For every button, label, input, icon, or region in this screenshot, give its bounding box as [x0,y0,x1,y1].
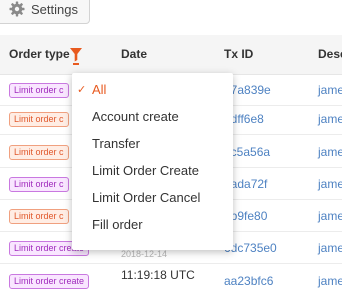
description-link[interactable]: jame [318,274,342,288]
order-type-tag: Limit order c [9,177,69,192]
order-type-tag: Limit order c [9,145,69,160]
filter-option-label: Fill order [92,217,143,232]
filter-option-fill-order[interactable]: Fill order [72,211,233,238]
description-link[interactable]: jame [318,177,342,191]
table-header: Order type Date Tx ID Desc [0,35,342,75]
description-link[interactable]: jame [318,83,342,97]
filter-option-label: Limit Order Create [92,163,199,178]
description-link[interactable]: jame [318,241,342,255]
filter-option-label: Account create [92,109,179,124]
tx-id-link[interactable]: aa23bfc6 [224,274,273,288]
filter-option-label: All [92,82,107,97]
filter-option-account-create[interactable]: Account create [72,103,233,130]
date-subtext: 2018-12-14 [121,249,168,259]
description-link[interactable]: jame [318,209,342,223]
settings-label: Settings [31,1,78,17]
settings-button[interactable]: Settings [0,0,90,24]
column-header-order-type[interactable]: Order type [9,47,70,61]
filter-option-label: Limit Order Cancel [92,190,201,205]
column-header-date[interactable]: Date [121,47,147,61]
filter-option-transfer[interactable]: Transfer [72,130,233,157]
checkmark-icon: ✓ [77,83,87,96]
filter-option-all[interactable]: ✓ All [72,76,233,103]
description-link[interactable]: jame [318,145,342,159]
date-time: 11:19:18 UTC [121,268,195,282]
filter-option-limit-order-create[interactable]: Limit Order Create [72,157,233,184]
order-type-tag: Limit order c [9,209,69,224]
order-type-filter-dropdown: ✓ All Account create Transfer Limit Orde… [72,73,233,250]
filter-option-label: Transfer [92,136,140,151]
order-type-tag: Limit order create [9,274,90,289]
gear-icon [9,1,25,17]
column-header-description[interactable]: Desc [318,47,342,61]
table-row: Limit order create 11:19:18 UTC aa23bfc6… [0,266,342,297]
description-link[interactable]: jame [318,112,342,126]
funnel-icon[interactable] [69,45,83,65]
order-type-tag: Limit order c [9,83,69,98]
filter-option-limit-order-cancel[interactable]: Limit Order Cancel [72,184,233,211]
order-type-tag: Limit order c [9,112,69,127]
column-header-tx-id[interactable]: Tx ID [224,47,253,61]
